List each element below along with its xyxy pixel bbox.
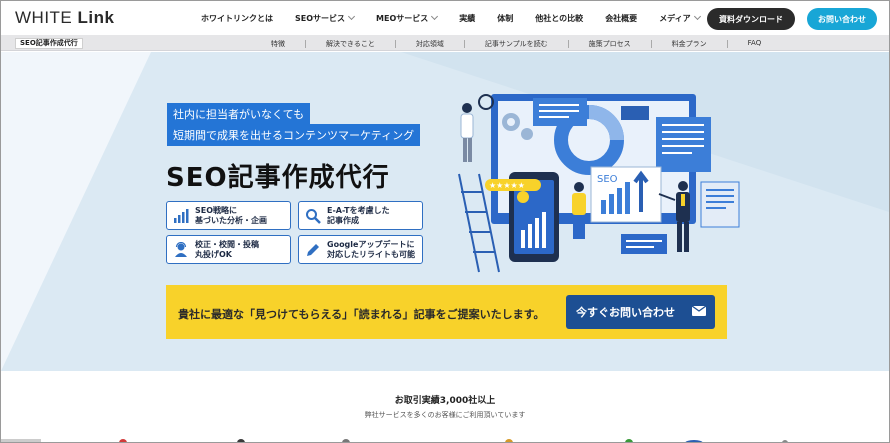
hero-tagline-1: 社内に担当者がいなくても (167, 103, 311, 125)
cta-text: 貴社に最適な「見つけてもらえる」「読まれる」記事をご提案いたします。 (178, 308, 545, 321)
anchor-link-faq[interactable]: FAQ (748, 39, 762, 49)
nav-item-meo-service[interactable]: MEOサービス (376, 12, 439, 24)
nav-label: SEOサービス (295, 14, 346, 23)
mail-icon (691, 305, 707, 316)
client-logo-strip (1, 439, 788, 442)
divider (650, 40, 652, 48)
ladder (458, 173, 480, 273)
chat-bubble (621, 106, 649, 120)
feature-line: 基づいた分析・企画 (195, 215, 267, 225)
chevron-down-icon (431, 12, 439, 21)
cta-button-label: 今すぐお問い合わせ (576, 306, 675, 319)
nav-item-results[interactable]: 実績 (459, 13, 475, 24)
feature-text: Googleアップデートに 対応したリライトも可能 (327, 240, 415, 260)
feature-badge: Googleアップデートに 対応したリライトも可能 (298, 235, 423, 264)
anchor-link-samples[interactable]: 記事サンプルを読む (485, 39, 548, 49)
cta-contact-button[interactable]: 今すぐお問い合わせ (566, 295, 715, 329)
cta-banner: 貴社に最適な「見つけてもらえる」「読まれる」記事をご提案いたします。 今すぐお問… (166, 285, 727, 339)
doc-panel (621, 234, 667, 254)
contact-button[interactable]: お問い合わせ (807, 8, 877, 30)
clients-title: お取引実績3,000社以上 (394, 396, 496, 406)
site-header: WHITE Link ホワイトリンクとは SEOサービス MEOサービス 実績 … (1, 1, 889, 35)
hero-tagline-2: 短期間で成果を出せるコンテンツマーケティング (167, 124, 421, 146)
divider (726, 40, 728, 48)
nav-label: ホワイトリンクとは (201, 14, 273, 23)
doc-panel (700, 181, 740, 228)
feature-line: SEO戦略に (195, 205, 238, 215)
anchor-link-process[interactable]: 施策プロセス (589, 39, 631, 49)
nav-item-seo-service[interactable]: SEOサービス (295, 12, 356, 24)
feature-badge: 校正・校閲・投稿 丸投げOK (166, 235, 291, 264)
nav-item-company[interactable]: 会社概要 (605, 13, 637, 24)
anchor-links: 特徴 解決できること 対応領域 記事サンプルを読む 施策プロセス 料金プラン F… (271, 39, 761, 49)
nav-label: MEOサービス (376, 14, 429, 23)
nav-label: 体制 (497, 14, 514, 23)
feature-badge: E-A-Tを考慮した 記事作成 (298, 201, 423, 230)
sub-navigation: SEO記事作成代行 特徴 解決できること 対応領域 記事サンプルを読む 施策プロ… (1, 35, 889, 51)
hero-headline: SEO記事作成代行 (166, 163, 390, 193)
divider (305, 40, 306, 48)
feature-text: 校正・校閲・投稿 丸投げOK (195, 240, 259, 260)
main-nav: ホワイトリンクとは SEOサービス MEOサービス 実績 体制 他社との比較 会… (201, 12, 722, 24)
download-button[interactable]: 資料ダウンロード (707, 8, 795, 30)
feature-text: E-A-Tを考慮した 記事作成 (327, 206, 390, 226)
pencil-icon (307, 243, 319, 256)
anchor-link-areas[interactable]: 対応領域 (416, 39, 444, 49)
chevron-down-icon (347, 12, 356, 21)
anchor-link-features[interactable]: 特徴 (271, 39, 285, 49)
feature-badge: SEO戦略に 基づいた分析・企画 (166, 201, 291, 230)
svg-text:★★★★★: ★★★★★ (489, 181, 525, 190)
feature-line: 丸投げOK (195, 249, 232, 259)
divider (567, 40, 569, 48)
feature-line: 校正・校閲・投稿 (195, 239, 259, 249)
browser-viewport: WHITE Link ホワイトリンクとは SEOサービス MEOサービス 実績 … (0, 0, 890, 443)
person-figure (574, 182, 584, 192)
logo-text-bold: Link (77, 8, 115, 27)
nav-label: 会社概要 (605, 14, 638, 23)
magnifier-icon (306, 208, 321, 224)
chevron-down-icon (693, 12, 701, 21)
nav-label: メディア (659, 14, 691, 23)
site-logo[interactable]: WHITE Link (15, 8, 114, 28)
nav-item-structure[interactable]: 体制 (497, 13, 513, 24)
nav-item-about[interactable]: ホワイトリンクとは (201, 13, 273, 24)
clients-subtitle: 弊社サービスを多くのお客様にご利用頂いています (364, 411, 526, 419)
nav-label: 実績 (459, 14, 476, 23)
nav-item-media[interactable]: メディア (659, 12, 701, 24)
magnifier-icon (478, 94, 494, 110)
bar-chart-icon (174, 208, 189, 223)
anchor-link-pricing[interactable]: 料金プラン (672, 39, 707, 49)
feature-line: 記事作成 (327, 215, 359, 225)
hero-illustration: SEO ★★★★★ (458, 94, 740, 273)
divider (394, 40, 396, 48)
feature-line: E-A-Tを考慮した (327, 205, 390, 215)
page-section-title: SEO記事作成代行 (15, 38, 83, 49)
support-person-icon (175, 241, 187, 257)
feature-line: Googleアップデートに (327, 239, 415, 249)
gear-icon (521, 128, 533, 140)
feature-line: 対応したリライトも可能 (327, 249, 415, 259)
person-figure (678, 181, 688, 191)
nav-label: 他社との比較 (535, 14, 584, 23)
anchor-link-solutions[interactable]: 解決できること (326, 39, 375, 49)
hero-section: 社内に担当者がいなくても 短期間で成果を出せるコンテンツマーケティング SEO記… (1, 52, 889, 371)
person-figure (462, 103, 472, 113)
feature-text: SEO戦略に 基づいた分析・企画 (195, 206, 267, 226)
seo-board-label: SEO (597, 174, 618, 185)
logo-text-light: WHITE (15, 8, 78, 27)
nav-item-comparison[interactable]: 他社との比較 (535, 13, 583, 24)
divider (463, 40, 465, 48)
